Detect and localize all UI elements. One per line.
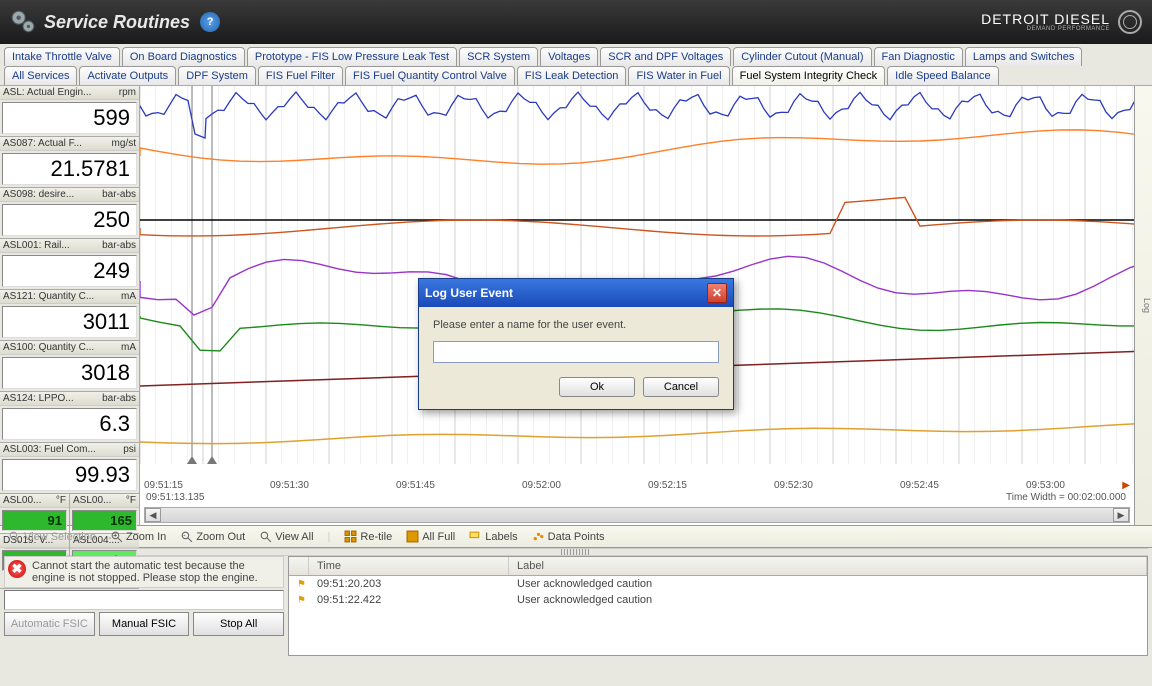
- meter: AS098: desire...bar-abs250: [0, 188, 139, 239]
- tab-row-2: All ServicesActivate OutputsDPF SystemFI…: [0, 66, 1152, 85]
- tab-fis-water-in-fuel[interactable]: FIS Water in Fuel: [628, 66, 729, 85]
- event-name-input[interactable]: [433, 341, 719, 363]
- time-tick: 09:53:00: [1026, 480, 1065, 491]
- log-user-event-dialog: Log User Event ✕ Please enter a name for…: [418, 278, 734, 410]
- tab-lamps-and-switches[interactable]: Lamps and Switches: [965, 47, 1083, 66]
- meter-panel: ASL: Actual Engin...rpm599AS087: Actual …: [0, 86, 140, 525]
- scroll-right-icon[interactable]: ▶: [1113, 508, 1129, 522]
- col-time[interactable]: Time: [309, 557, 509, 575]
- time-tick: 09:51:30: [270, 480, 309, 491]
- time-tick: 09:52:00: [522, 480, 561, 491]
- error-icon: ✖: [8, 560, 26, 578]
- brand: DETROIT DIESEL DEMAND PERFORMANCE: [981, 10, 1142, 34]
- svg-text:-: -: [184, 533, 186, 540]
- meter: AS121: Quantity C...mA3011: [0, 290, 139, 341]
- svg-text:+: +: [113, 533, 117, 540]
- help-icon[interactable]: ?: [200, 12, 220, 32]
- tab-fis-fuel-quantity-control-valve[interactable]: FIS Fuel Quantity Control Valve: [345, 66, 515, 85]
- tab-dpf-system[interactable]: DPF System: [178, 66, 256, 85]
- manual-fsic-button[interactable]: Manual FSIC: [99, 612, 190, 636]
- tab-fuel-system-integrity-check[interactable]: Fuel System Integrity Check: [732, 66, 886, 85]
- labels-button[interactable]: Labels: [469, 530, 517, 543]
- time-tick: 09:52:30: [774, 480, 813, 491]
- datapoints-button[interactable]: Data Points: [532, 530, 605, 543]
- tab-fis-fuel-filter[interactable]: FIS Fuel Filter: [258, 66, 343, 85]
- h-scrollbar[interactable]: ◀ ▶: [144, 507, 1130, 523]
- meter-small: ASL00...°F91: [0, 494, 70, 534]
- meter: AS100: Quantity C...mA3018: [0, 341, 139, 392]
- cursor-time: 09:51:13.135: [146, 492, 204, 503]
- retile-button[interactable]: Re-tile: [344, 530, 392, 543]
- close-icon[interactable]: ✕: [707, 283, 727, 303]
- tab-idle-speed-balance[interactable]: Idle Speed Balance: [887, 66, 998, 85]
- stop-all-button[interactable]: Stop All: [193, 612, 284, 636]
- page-title: Service Routines: [44, 12, 190, 33]
- zoomin-button[interactable]: +Zoom In: [110, 530, 166, 543]
- event-table: Time Label ⚑09:51:20.203User acknowledge…: [288, 556, 1148, 656]
- app-header: Service Routines ? DETROIT DIESEL DEMAND…: [0, 0, 1152, 44]
- tab-intake-throttle-valve[interactable]: Intake Throttle Valve: [4, 47, 120, 66]
- viewall-button[interactable]: View All: [259, 530, 313, 543]
- tab-scr-and-dpf-voltages[interactable]: SCR and DPF Voltages: [600, 47, 731, 66]
- time-tick: 09:51:15: [144, 480, 183, 491]
- tab-fan-diagnostic[interactable]: Fan Diagnostic: [874, 47, 963, 66]
- splitter[interactable]: [4, 548, 1148, 556]
- scroll-left-icon[interactable]: ◀: [145, 508, 161, 522]
- table-row[interactable]: ⚑09:51:22.422User acknowledged caution: [289, 592, 1147, 608]
- tab-bars: Intake Throttle ValveOn Board Diagnostic…: [0, 44, 1152, 85]
- dialog-prompt: Please enter a name for the user event.: [433, 319, 719, 331]
- tab-prototype-fis-low-pressure-leak-test[interactable]: Prototype - FIS Low Pressure Leak Test: [247, 47, 457, 66]
- tab-row-1: Intake Throttle ValveOn Board Diagnostic…: [0, 47, 1152, 66]
- meter: AS087: Actual F...mg/st21.5781: [0, 137, 139, 188]
- overflow-arrow-icon: ▶: [1122, 480, 1130, 491]
- meter: ASL003: Fuel Com...psi99.93: [0, 443, 139, 494]
- viewselection-button[interactable]: View Selection: [8, 530, 96, 543]
- tab-on-board-diagnostics[interactable]: On Board Diagnostics: [122, 47, 245, 66]
- time-tick: 09:51:45: [396, 480, 435, 491]
- cancel-button[interactable]: Cancel: [643, 377, 719, 397]
- tab-fis-leak-detection[interactable]: FIS Leak Detection: [517, 66, 627, 85]
- meter: AS124: LPPO...bar-abs6.3: [0, 392, 139, 443]
- time-width: Time Width = 00:02:00.000: [1006, 492, 1126, 503]
- command-input[interactable]: [4, 590, 284, 610]
- auto-fsic-button[interactable]: Automatic FSIC: [4, 612, 95, 636]
- error-message: ✖ Cannot start the automatic test becaus…: [4, 556, 284, 588]
- table-row[interactable]: ⚑09:51:20.203User acknowledged caution: [289, 576, 1147, 592]
- time-tick: 09:52:15: [648, 480, 687, 491]
- meter-small: ASL00...°F165: [70, 494, 139, 534]
- tab-activate-outputs[interactable]: Activate Outputs: [79, 66, 176, 85]
- tab-cylinder-cutout-manual-[interactable]: Cylinder Cutout (Manual): [733, 47, 871, 66]
- dialog-title: Log User Event: [425, 286, 513, 300]
- time-tick: 09:52:45: [900, 480, 939, 491]
- gear-icon: [10, 9, 36, 35]
- ok-button[interactable]: Ok: [559, 377, 635, 397]
- chart-toolbar: View Selection +Zoom In -Zoom Out View A…: [0, 525, 1152, 548]
- zoomout-button[interactable]: -Zoom Out: [180, 530, 245, 543]
- tab-voltages[interactable]: Voltages: [540, 47, 598, 66]
- dialog-titlebar[interactable]: Log User Event ✕: [419, 279, 733, 307]
- test-control-panel: ✖ Cannot start the automatic test becaus…: [4, 556, 284, 656]
- side-tab[interactable]: Log: [1134, 86, 1152, 525]
- tab-scr-system[interactable]: SCR System: [459, 47, 538, 66]
- tab-all-services[interactable]: All Services: [4, 66, 77, 85]
- meter: ASL: Actual Engin...rpm599: [0, 86, 139, 137]
- meter: ASL001: Rail...bar-abs249: [0, 239, 139, 290]
- brand-logo-icon: [1118, 10, 1142, 34]
- allfull-button[interactable]: All Full: [406, 530, 455, 543]
- col-label[interactable]: Label: [509, 557, 1147, 575]
